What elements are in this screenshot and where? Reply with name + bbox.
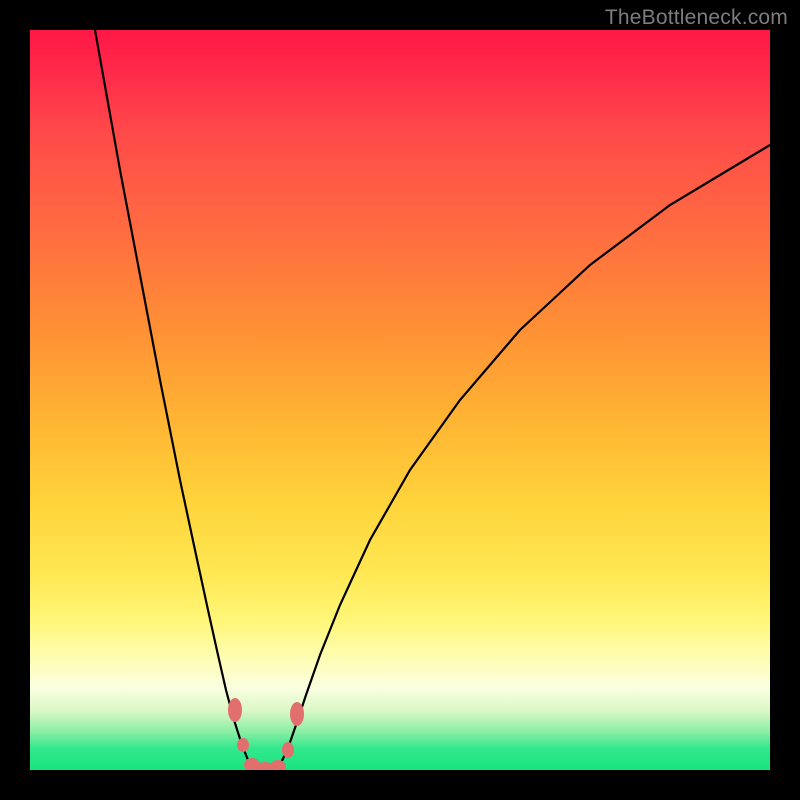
data-marker (270, 760, 286, 770)
plot-area (30, 30, 770, 770)
data-marker (282, 742, 294, 758)
bottleneck-curve (30, 30, 770, 770)
curve-left-branch (95, 30, 250, 765)
outer-frame: TheBottleneck.com (0, 0, 800, 800)
data-marker (290, 702, 304, 726)
data-marker (228, 698, 242, 722)
curve-right-branch (280, 145, 770, 765)
data-marker (237, 738, 249, 752)
watermark-text: TheBottleneck.com (605, 6, 788, 30)
